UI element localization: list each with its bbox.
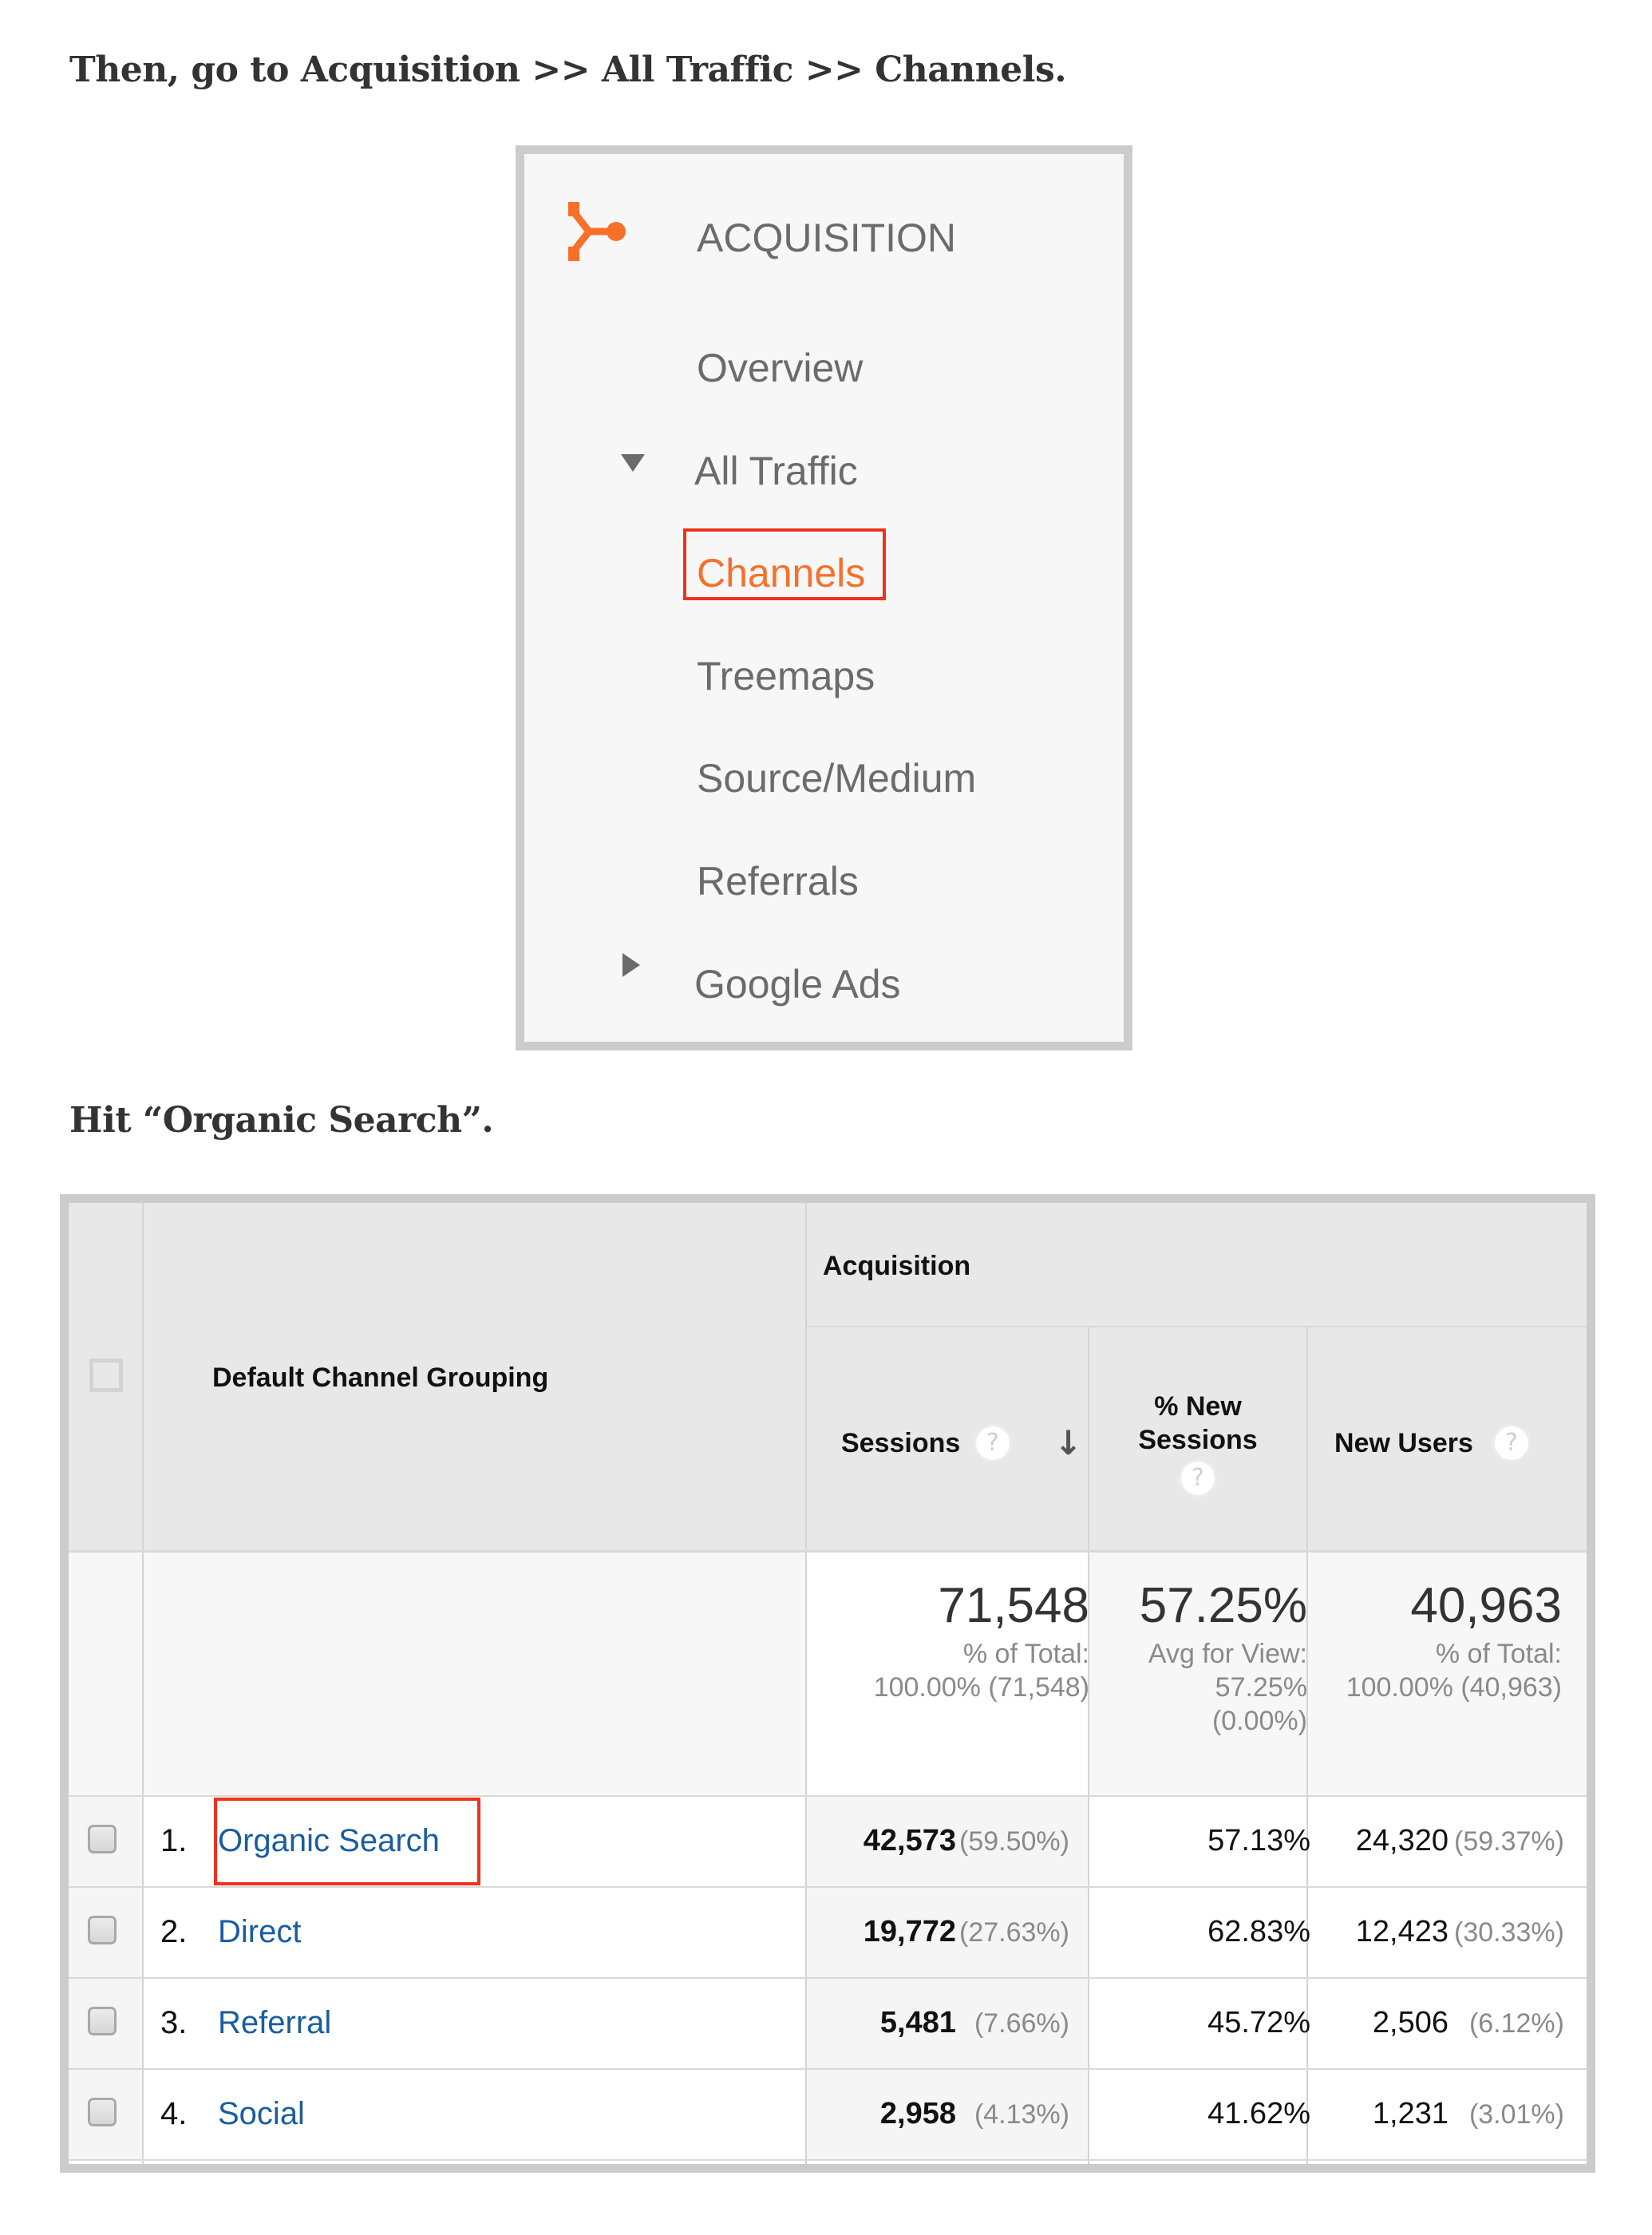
row-new-sessions: 57.13% <box>1207 1824 1310 1857</box>
sessions-header[interactable]: Sessions <box>841 1428 960 1459</box>
total-new-sessions-value: 57.25% <box>1139 1578 1307 1633</box>
nav-item-treemaps[interactable]: Treemaps <box>697 656 875 696</box>
row-new-users: 1,231 <box>1372 2097 1448 2130</box>
row-new-sessions: 62.83% <box>1207 1915 1310 1948</box>
total-sessions-sub2: 100.00% (71,548) <box>873 1672 1089 1703</box>
row-rank: 4. <box>160 2096 188 2131</box>
row-checkbox[interactable] <box>88 1825 117 1853</box>
table-row: 4. Social 2,958 (4.13%) 41.62% 1,231 (3.… <box>69 2069 1587 2160</box>
row-sessions: 42,573 <box>863 1824 956 1857</box>
nav-item-channels[interactable]: Channels <box>697 553 865 593</box>
row-rank: 2. <box>160 1914 188 1949</box>
nav-item-source-medium[interactable]: Source/Medium <box>697 758 976 798</box>
total-new-sessions-sub2: 57.25% <box>1215 1672 1307 1703</box>
row-sessions-pct: (7.66%) <box>974 2008 1069 2039</box>
channel-link-referral[interactable]: Referral <box>218 2005 331 2041</box>
total-sessions-value: 71,548 <box>938 1578 1089 1633</box>
channels-report-table: Default Channel Grouping Acquisition Ses… <box>60 1194 1595 2173</box>
triangle-down-icon[interactable] <box>621 454 645 472</box>
channel-link-social[interactable]: Social <box>218 2096 305 2132</box>
row-sessions: 2,958 <box>879 2097 956 2130</box>
grid-line <box>806 1326 1587 1327</box>
row-sessions-pct: (4.13%) <box>974 2099 1069 2130</box>
row-new-users-pct: (30.33%) <box>1454 1917 1564 1948</box>
row-new-users-pct: (6.12%) <box>1468 2008 1564 2039</box>
row-checkbox[interactable] <box>88 2098 117 2126</box>
new-sessions-help-icon[interactable]: ? <box>1181 1462 1215 1495</box>
dimension-header[interactable]: Default Channel Grouping <box>212 1363 548 1394</box>
row-new-users: 2,506 <box>1372 2006 1448 2039</box>
row-rank: 3. <box>160 2005 188 2040</box>
acquisition-nav-panel: ACQUISITION Overview All Traffic Channel… <box>516 145 1132 1050</box>
new-sessions-header-line2[interactable]: Sessions <box>1089 1425 1307 1456</box>
row-new-users: 12,423 <box>1355 1915 1448 1948</box>
row-sessions-pct: (59.50%) <box>959 1826 1069 1857</box>
row-sessions-pct: (27.63%) <box>959 1917 1069 1948</box>
row-sessions: 19,772 <box>863 1915 956 1948</box>
nav-item-overview[interactable]: Overview <box>697 348 863 388</box>
new-sessions-header-line1[interactable]: % New <box>1089 1391 1307 1422</box>
total-sessions-sub1: % of Total: <box>962 1639 1089 1669</box>
row-new-users: 24,320 <box>1355 1824 1448 1857</box>
channel-link-direct[interactable]: Direct <box>218 1914 301 1950</box>
instruction-heading-navigate: Then, go to Acquisition >> All Traffic >… <box>69 49 1067 90</box>
nav-section-acquisition[interactable]: ACQUISITION <box>697 218 956 258</box>
row-new-users-pct: (3.01%) <box>1468 2099 1564 2130</box>
channel-link-organic-search[interactable]: Organic Search <box>218 1823 440 1859</box>
new-users-help-icon[interactable]: ? <box>1495 1426 1528 1460</box>
acquisition-group-header: Acquisition <box>823 1251 971 1281</box>
nav-item-all-traffic[interactable]: All Traffic <box>694 451 858 491</box>
table-row: 1. Organic Search 42,573 (59.50%) 57.13%… <box>69 1796 1587 1887</box>
table-row: 3. Referral 5,481 (7.66%) 45.72% 2,506 (… <box>69 1978 1587 2069</box>
total-new-sessions-sub1: Avg for View: <box>1148 1639 1307 1669</box>
total-new-users-value: 40,963 <box>1410 1578 1562 1633</box>
new-users-header[interactable]: New Users <box>1334 1428 1473 1459</box>
row-new-sessions: 41.62% <box>1207 2097 1310 2130</box>
row-new-users-pct: (59.37%) <box>1454 1826 1564 1857</box>
sort-descending-arrow-icon[interactable]: ↓ <box>1054 1426 1082 1460</box>
instruction-heading-organic: Hit “Organic Search”. <box>69 1100 494 1141</box>
triangle-right-icon[interactable] <box>622 953 640 977</box>
table-row: 2. Direct 19,772 (27.63%) 62.83% 12,423 … <box>69 1887 1587 1978</box>
total-new-users-sub1: % of Total: <box>1435 1639 1562 1669</box>
grid-line <box>69 1550 1587 1553</box>
nav-item-referrals[interactable]: Referrals <box>697 861 859 901</box>
row-checkbox[interactable] <box>88 1916 117 1944</box>
nav-item-google-ads[interactable]: Google Ads <box>694 964 901 1004</box>
totals-row-label-area <box>69 1551 806 1796</box>
total-new-sessions-sub3: (0.00%) <box>1211 1706 1307 1736</box>
acquisition-icon <box>568 202 626 261</box>
total-new-users-sub2: 100.00% (40,963) <box>1346 1672 1562 1703</box>
row-new-sessions: 45.72% <box>1207 2006 1310 2039</box>
row-checkbox[interactable] <box>88 2007 117 2035</box>
sessions-help-icon[interactable]: ? <box>976 1426 1010 1460</box>
row-rank: 1. <box>160 1823 188 1858</box>
row-sessions: 5,481 <box>879 2006 956 2039</box>
select-all-checkbox[interactable] <box>89 1359 123 1392</box>
